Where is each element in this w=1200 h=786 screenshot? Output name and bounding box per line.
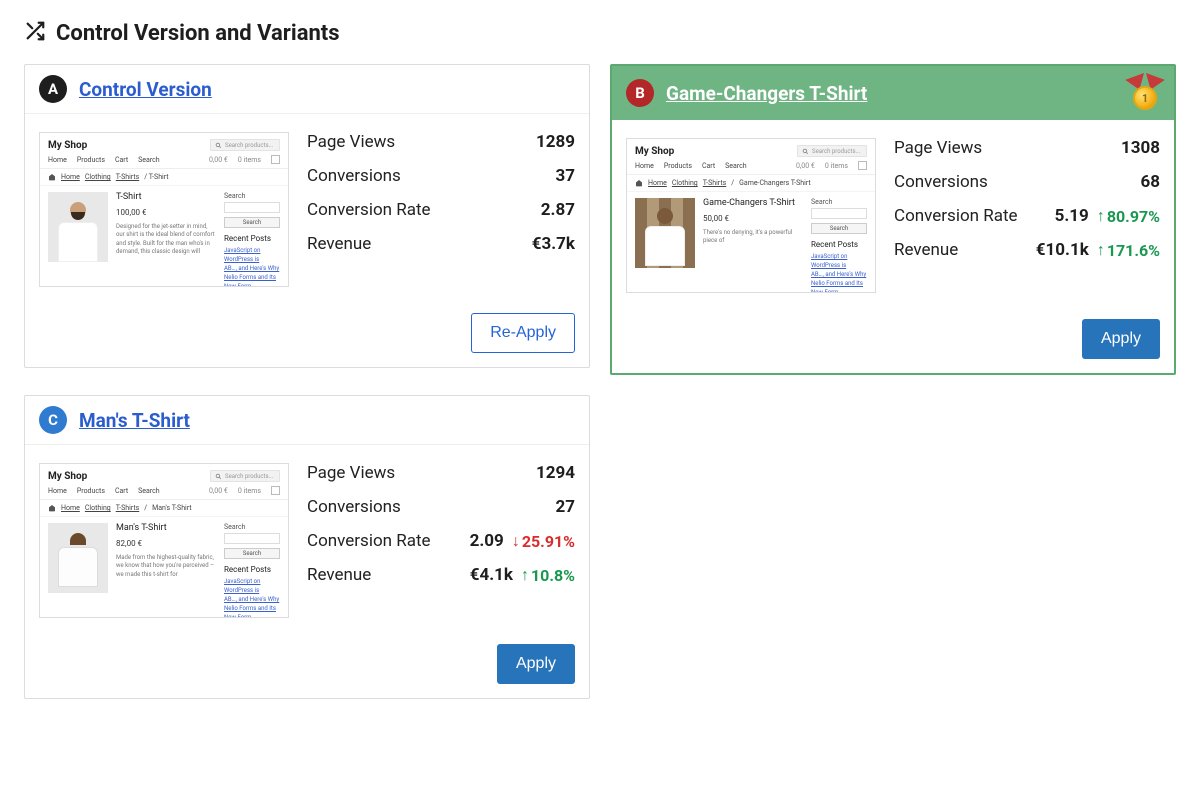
metric-label-revenue: Revenue bbox=[307, 234, 371, 254]
metric-label-rate: Conversion Rate bbox=[307, 531, 431, 551]
metric-delta-revenue: ↑171.6% bbox=[1097, 240, 1160, 260]
section-header: Control Version and Variants bbox=[24, 20, 1176, 46]
metric-label-rate: Conversion Rate bbox=[894, 206, 1018, 226]
arrow-up-icon: ↑ bbox=[1097, 206, 1105, 226]
arrow-up-icon: ↑ bbox=[521, 565, 529, 585]
metric-value-views: 1294 bbox=[536, 463, 575, 483]
metric-value-conversions: 68 bbox=[1140, 172, 1160, 192]
metric-delta-rate: ↓25.91% bbox=[512, 531, 575, 551]
variant-thumbnail: My Shop Search products... Home Products… bbox=[39, 132, 289, 287]
metric-label-views: Page Views bbox=[307, 463, 395, 483]
metric-value-revenue: €10.1k bbox=[1036, 240, 1089, 260]
variant-head: C Man's T-Shirt bbox=[25, 396, 589, 445]
variant-thumbnail: My Shop Search products... Home Products… bbox=[39, 463, 289, 618]
variant-title-link[interactable]: Man's T-Shirt bbox=[79, 409, 190, 432]
metric-label-revenue: Revenue bbox=[894, 240, 958, 260]
metric-label-views: Page Views bbox=[894, 138, 982, 158]
shuffle-icon bbox=[24, 20, 46, 46]
variants-grid: A Control Version My Shop Search product… bbox=[24, 64, 1176, 699]
variant-head: A Control Version bbox=[25, 65, 589, 114]
metric-value-views: 1308 bbox=[1121, 138, 1160, 158]
apply-button[interactable]: Apply bbox=[497, 644, 575, 684]
metric-label-rate: Conversion Rate bbox=[307, 200, 431, 220]
variant-card-c: C Man's T-Shirt My Shop Search products.… bbox=[24, 395, 590, 699]
metrics: Page Views 1289 Conversions 37 Conversion … bbox=[307, 132, 575, 287]
thumb-search: Search products... bbox=[210, 139, 280, 151]
variant-title-link[interactable]: Game-Changers T-Shirt bbox=[666, 82, 867, 105]
metric-label-conversions: Conversions bbox=[894, 172, 988, 192]
variant-badge-b: B bbox=[626, 79, 654, 107]
metric-value-views: 1289 bbox=[536, 132, 575, 152]
metric-value-revenue: €3.7k bbox=[532, 234, 575, 254]
arrow-up-icon: ↑ bbox=[1097, 240, 1105, 260]
metric-label-conversions: Conversions bbox=[307, 497, 401, 517]
metric-label-revenue: Revenue bbox=[307, 565, 371, 585]
metric-value-revenue: €4.1k bbox=[470, 565, 513, 585]
variant-badge-a: A bbox=[39, 75, 67, 103]
variant-card-b: B Game-Changers T-Shirt 1 My Shop Search… bbox=[610, 64, 1176, 375]
reapply-button[interactable]: Re-Apply bbox=[471, 313, 575, 353]
apply-button[interactable]: Apply bbox=[1082, 319, 1160, 359]
metrics: Page Views 1294 Conversions 27 Conversion … bbox=[307, 463, 575, 618]
winner-medal-icon: 1 bbox=[1130, 76, 1160, 110]
metric-label-conversions: Conversions bbox=[307, 166, 401, 186]
variant-card-a: A Control Version My Shop Search product… bbox=[24, 64, 590, 368]
variant-thumbnail: My Shop Search products... Home Products… bbox=[626, 138, 876, 293]
metric-value-rate: 2.87 bbox=[541, 200, 575, 220]
arrow-down-icon: ↓ bbox=[512, 531, 520, 551]
metric-value-conversions: 37 bbox=[555, 166, 575, 186]
metric-value-rate: 2.09 bbox=[470, 531, 504, 551]
metric-value-conversions: 27 bbox=[555, 497, 575, 517]
metric-value-rate: 5.19 bbox=[1055, 206, 1089, 226]
metric-delta-rate: ↑80.97% bbox=[1097, 206, 1160, 226]
variant-badge-c: C bbox=[39, 406, 67, 434]
metric-label-views: Page Views bbox=[307, 132, 395, 152]
metric-delta-revenue: ↑10.8% bbox=[521, 565, 575, 585]
thumb-brand: My Shop bbox=[48, 140, 87, 151]
section-title: Control Version and Variants bbox=[56, 21, 340, 46]
metrics: Page Views 1308 Conversions 68 Conversion … bbox=[894, 138, 1160, 293]
variant-head: B Game-Changers T-Shirt 1 bbox=[612, 66, 1174, 120]
variant-title-link[interactable]: Control Version bbox=[79, 78, 212, 101]
